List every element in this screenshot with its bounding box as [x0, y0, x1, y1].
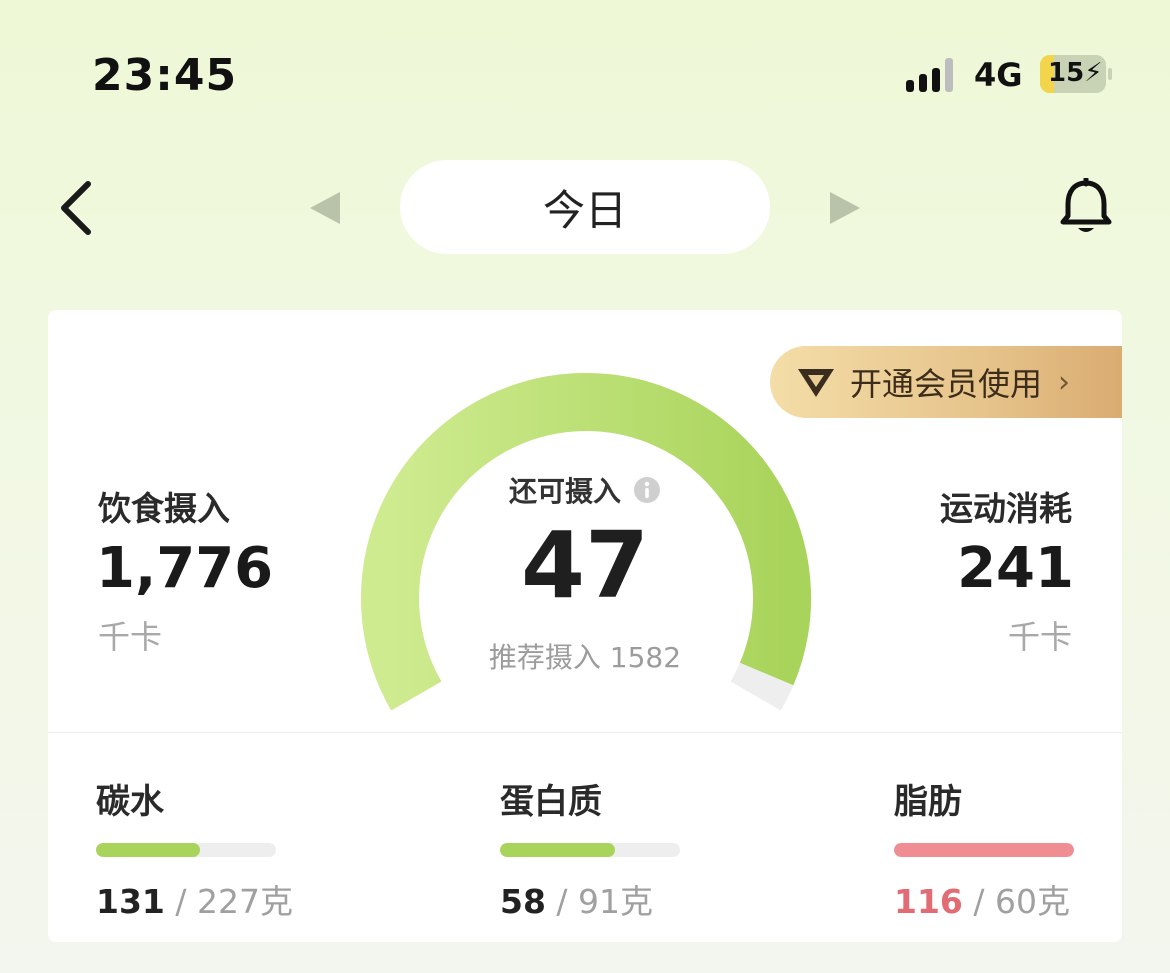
- info-icon[interactable]: [633, 476, 661, 504]
- macro-target: / 60克: [962, 882, 1070, 921]
- macro-value: 116: [894, 882, 963, 921]
- macro-carbs: 碳水 131 / 227克: [96, 774, 296, 923]
- macro-name: 脂肪: [894, 782, 962, 822]
- macro-protein: 蛋白质 58 / 91克: [500, 774, 720, 923]
- next-day-button[interactable]: [828, 190, 862, 230]
- prev-day-button[interactable]: [308, 190, 342, 230]
- notification-button[interactable]: [1058, 176, 1114, 240]
- remaining-value: 47: [520, 512, 650, 619]
- battery-level: 15: [1048, 58, 1085, 88]
- chevron-right-icon: ›: [1058, 364, 1071, 400]
- triangle-right-icon: [830, 192, 860, 224]
- back-button[interactable]: [54, 178, 104, 238]
- macro-progress-fill: [894, 843, 1074, 857]
- battery-tip: [1108, 68, 1112, 80]
- calorie-summary-card: 开通会员使用 › 饮食摄入 1,776 千卡 运动消耗 241 千卡 还可摄入 …: [48, 310, 1122, 942]
- macro-progress-bar: [96, 843, 276, 857]
- vip-upgrade-button[interactable]: 开通会员使用 ›: [770, 346, 1122, 418]
- remaining-header: 还可摄入: [48, 470, 1122, 510]
- macro-progress-fill: [96, 843, 201, 857]
- divider: [48, 732, 1122, 733]
- date-label: 今日: [542, 185, 627, 235]
- network-type: 4G: [974, 56, 1023, 94]
- macro-value: 58: [500, 882, 546, 921]
- macro-name: 碳水: [96, 782, 164, 822]
- date-selector[interactable]: 今日: [400, 160, 770, 254]
- macro-target: / 91克: [545, 882, 654, 921]
- recommend-text: 推荐摄入 1582: [488, 641, 682, 674]
- macro-progress-fill: [500, 843, 616, 857]
- vip-label: 开通会员使用: [850, 365, 1043, 403]
- macro-progress-bar: [894, 843, 1074, 857]
- bell-icon: [1060, 176, 1112, 232]
- battery-icon: 15⚡: [1040, 55, 1106, 93]
- macro-amount: 131 / 227克: [96, 875, 296, 923]
- chevron-left-icon: [61, 181, 91, 235]
- macro-amount: 58 / 91克: [500, 875, 720, 923]
- triangle-left-icon: [310, 192, 340, 224]
- remaining-label: 还可摄入: [508, 475, 621, 508]
- macro-name: 蛋白质: [500, 782, 602, 822]
- macro-progress-bar: [500, 843, 680, 857]
- macro-fat: 脂肪 116 / 60克: [894, 774, 1094, 923]
- macro-target: / 227克: [164, 882, 293, 921]
- macro-amount: 116 / 60克: [894, 875, 1094, 923]
- signal-icon: [906, 58, 953, 92]
- macro-value: 131: [96, 882, 165, 921]
- status-time: 23:45: [92, 50, 238, 101]
